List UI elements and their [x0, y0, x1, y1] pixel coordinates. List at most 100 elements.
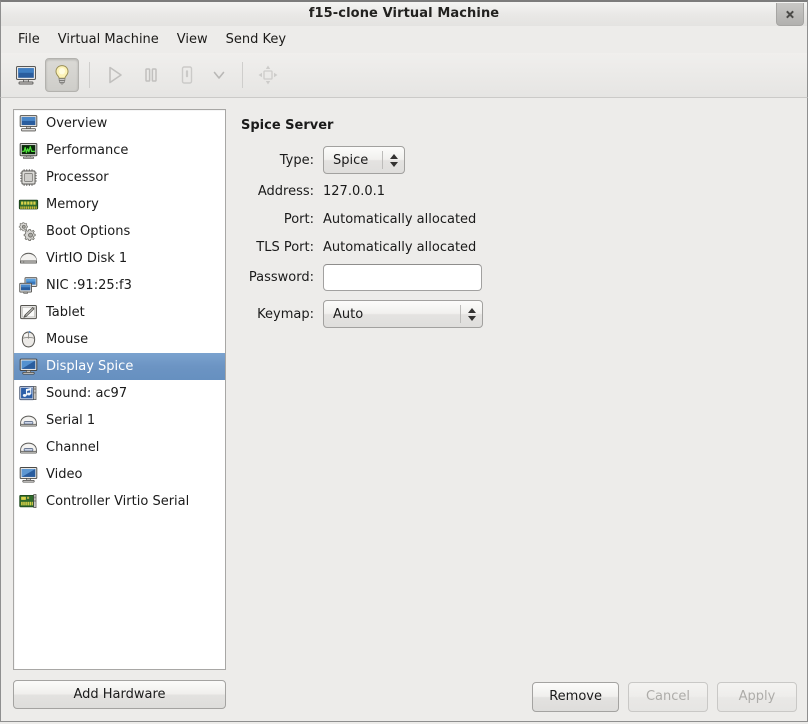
- computer-icon: [17, 113, 39, 135]
- sound-card-icon: [17, 383, 39, 405]
- remove-label: Remove: [549, 689, 602, 704]
- hardware-item-performance[interactable]: Performance: [14, 137, 225, 164]
- performance-graph-icon: [17, 140, 39, 162]
- power-icon: [181, 66, 193, 84]
- updown-arrows-icon: [461, 301, 482, 327]
- hardware-item-label: Display Spice: [46, 359, 134, 374]
- menu-virtual-machine[interactable]: Virtual Machine: [49, 29, 168, 50]
- hardware-list[interactable]: Overview Performance Processor Memory Bo…: [13, 109, 226, 670]
- monitor-icon: [16, 66, 36, 85]
- hardware-item-video[interactable]: Video: [14, 461, 225, 488]
- title-bar: f15-clone Virtual Machine: [0, 0, 808, 26]
- hardware-item-label: Channel: [46, 440, 100, 455]
- hardware-item-boot-options[interactable]: Boot Options: [14, 218, 225, 245]
- hardware-item-display-spice[interactable]: Display Spice: [14, 353, 225, 380]
- address-label: Address:: [257, 183, 314, 199]
- show-details-button[interactable]: [45, 58, 79, 92]
- hardware-item-label: Processor: [46, 170, 109, 185]
- password-input[interactable]: [323, 264, 482, 291]
- serial-port-icon: [17, 410, 39, 432]
- cancel-label: Cancel: [645, 689, 691, 704]
- toolbar-separator-2: [242, 62, 243, 88]
- type-value: Spice: [333, 152, 369, 168]
- menu-bar: File Virtual Machine View Send Key: [0, 26, 808, 53]
- hardware-item-virtio-disk-1[interactable]: VirtIO Disk 1: [14, 245, 225, 272]
- cancel-button[interactable]: Cancel: [628, 681, 708, 712]
- field-row-address: Address: 127.0.0.1: [240, 180, 793, 202]
- hardware-item-nic[interactable]: NIC :91:25:f3: [14, 272, 225, 299]
- content-area: Overview Performance Processor Memory Bo…: [0, 98, 808, 719]
- chevron-down-icon: [213, 71, 225, 79]
- menu-view[interactable]: View: [168, 29, 217, 50]
- menu-send-key[interactable]: Send Key: [217, 29, 295, 50]
- network-card-icon: [17, 275, 39, 297]
- hardware-item-channel[interactable]: Channel: [14, 434, 225, 461]
- hardware-item-label: Mouse: [46, 332, 89, 347]
- left-pane: Overview Performance Processor Memory Bo…: [1, 98, 226, 719]
- tls-port-value: Automatically allocated: [323, 239, 477, 255]
- details-pane: Spice Server Type: Spice Address: 127.0.…: [226, 98, 807, 719]
- menu-file[interactable]: File: [9, 29, 49, 50]
- action-button-bar: Remove Cancel Apply: [226, 674, 807, 719]
- close-icon: [786, 10, 795, 19]
- apply-label: Apply: [738, 689, 776, 704]
- hardware-item-processor[interactable]: Processor: [14, 164, 225, 191]
- port-value: Automatically allocated: [323, 211, 477, 227]
- run-button[interactable]: [98, 58, 132, 92]
- hardware-item-tablet[interactable]: Tablet: [14, 299, 225, 326]
- hardware-item-label: Memory: [46, 197, 99, 212]
- hardware-item-serial-1[interactable]: Serial 1: [14, 407, 225, 434]
- field-row-tls-port: TLS Port: Automatically allocated: [240, 236, 793, 258]
- field-row-port: Port: Automatically allocated: [240, 208, 793, 230]
- window-bottom-edge: [0, 719, 808, 722]
- video-card-icon: [17, 464, 39, 486]
- mouse-icon: [17, 329, 39, 351]
- port-label: Port:: [283, 211, 314, 227]
- hardware-item-controller-virtio-serial[interactable]: Controller Virtio Serial: [14, 488, 225, 515]
- shutdown-button[interactable]: [170, 58, 204, 92]
- hardware-item-label: Overview: [46, 116, 108, 131]
- tls-port-label: TLS Port:: [256, 239, 314, 255]
- pause-button[interactable]: [134, 58, 168, 92]
- remove-button[interactable]: Remove: [532, 681, 619, 712]
- hardware-item-mouse[interactable]: Mouse: [14, 326, 225, 353]
- hardware-item-label: Sound: ac97: [46, 386, 128, 401]
- hardware-item-label: Boot Options: [46, 224, 131, 239]
- hardware-item-sound[interactable]: Sound: ac97: [14, 380, 225, 407]
- hardware-item-memory[interactable]: Memory: [14, 191, 225, 218]
- hardware-item-label: Video: [46, 467, 83, 482]
- gears-icon: [17, 221, 39, 243]
- add-hardware-label: Add Hardware: [73, 687, 166, 702]
- add-hardware-button[interactable]: Add Hardware: [13, 680, 226, 709]
- address-value: 127.0.0.1: [323, 183, 386, 199]
- keymap-label: Keymap:: [257, 306, 314, 322]
- fullscreen-icon: [258, 65, 278, 85]
- lightbulb-icon: [55, 65, 69, 85]
- window-title: f15-clone Virtual Machine: [308, 6, 500, 21]
- show-console-button[interactable]: [9, 58, 43, 92]
- hardware-item-label: Tablet: [46, 305, 85, 320]
- shutdown-menu-button[interactable]: [206, 58, 232, 92]
- keymap-combobox[interactable]: Auto: [323, 300, 483, 328]
- close-button[interactable]: [776, 3, 804, 26]
- harddisk-icon: [17, 248, 39, 270]
- hardware-item-label: VirtIO Disk 1: [46, 251, 128, 266]
- tablet-pen-icon: [17, 302, 39, 324]
- hardware-item-overview[interactable]: Overview: [14, 110, 225, 137]
- updown-arrows-icon: [383, 147, 404, 173]
- section-title: Spice Server: [241, 118, 334, 133]
- field-row-keymap: Keymap: Auto: [240, 300, 793, 328]
- toolbar: [0, 53, 808, 98]
- password-label: Password:: [248, 270, 314, 285]
- fullscreen-button[interactable]: [251, 58, 285, 92]
- type-combobox[interactable]: Spice: [323, 146, 405, 174]
- hardware-item-label: Controller Virtio Serial: [46, 494, 190, 509]
- display-monitor-icon: [17, 356, 39, 378]
- serial-port-icon: [17, 437, 39, 459]
- field-row-password: Password:: [240, 264, 793, 291]
- hardware-item-label: NIC :91:25:f3: [46, 278, 132, 293]
- apply-button[interactable]: Apply: [717, 681, 797, 712]
- pause-icon: [145, 68, 157, 82]
- controller-card-icon: [17, 491, 39, 513]
- hardware-item-label: Performance: [46, 143, 129, 158]
